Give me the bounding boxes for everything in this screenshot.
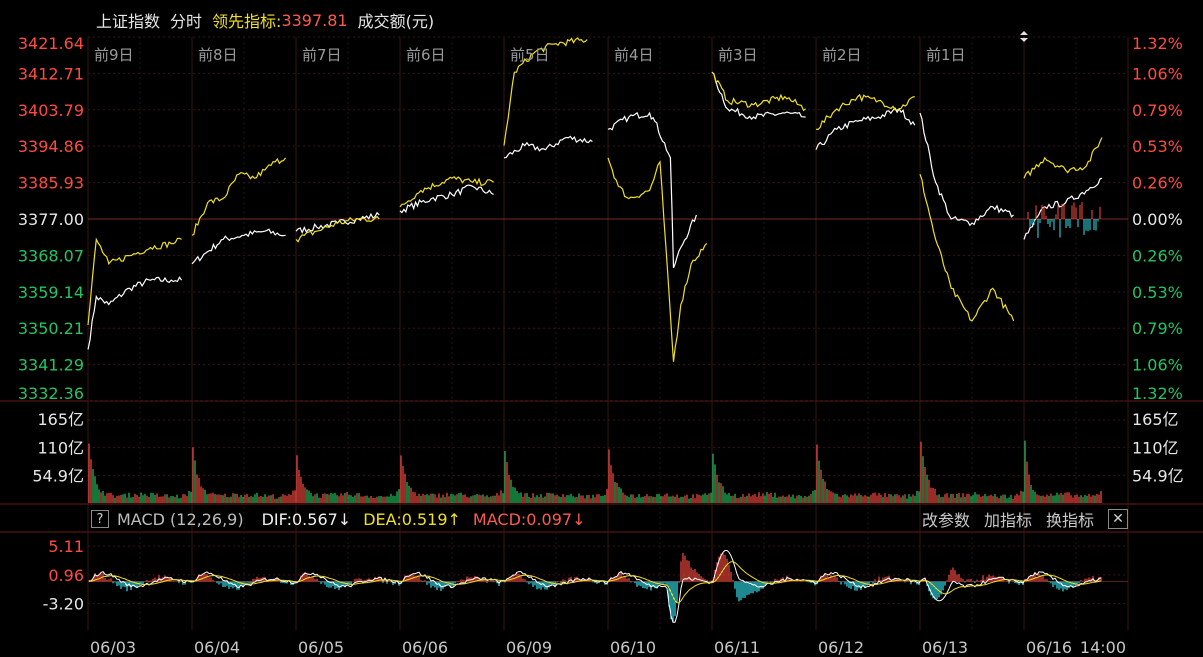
index-line-day <box>87 276 183 350</box>
date-label: 06/13 <box>922 638 968 657</box>
date-label: 06/10 <box>610 638 656 657</box>
date-label: 06/06 <box>402 638 448 657</box>
macd-tick-label: 0.96 <box>48 566 84 585</box>
y-tick-label: 3368.07 <box>18 246 84 265</box>
index-line-day <box>503 135 593 159</box>
day-label: 前6日 <box>406 46 446 64</box>
volume-tick-label: 165亿 <box>1132 410 1179 429</box>
add-indicator-button[interactable]: 加指标 <box>984 507 1032 531</box>
volume-tick-label: 165亿 <box>37 410 84 429</box>
change-params-button[interactable]: 改参数 <box>922 507 970 531</box>
y-tick-label: 3394.86 <box>18 137 84 156</box>
pct-tick-label: 0.26% <box>1132 246 1183 265</box>
volume-bars <box>88 440 1102 503</box>
date-label: 06/11 <box>714 638 760 657</box>
index-line-day <box>815 107 916 150</box>
axis-labels: 3421.64 1.32% 3412.71 1.06% 3403.79 0.79% 3394… <box>18 34 1184 657</box>
index-line-day <box>607 111 697 269</box>
macd-value: MACD:0.097↓ <box>472 509 586 529</box>
lead-line-day <box>191 157 287 236</box>
index-name[interactable]: 上证指数 <box>96 8 160 32</box>
help-icon[interactable]: ? <box>91 510 109 528</box>
day-label: 前5日 <box>510 46 550 64</box>
macd-histogram <box>88 550 1102 623</box>
y-tick-label: 3385.93 <box>18 174 84 193</box>
volume-tick-label: 110亿 <box>1132 439 1179 458</box>
pct-tick-label: 0.26% <box>1132 174 1183 193</box>
day-label: 前2日 <box>822 46 862 64</box>
date-label: 06/05 <box>298 638 344 657</box>
date-label: 06/03 <box>90 638 136 657</box>
pct-tick-label: 0.79% <box>1132 319 1183 338</box>
lead-line-day <box>1023 137 1103 179</box>
y-tick-label: 3332.36 <box>18 384 84 403</box>
lead-line-day <box>711 71 806 112</box>
index-line-day <box>919 112 1014 227</box>
lead-line-day <box>919 174 1015 322</box>
date-label: 06/16 <box>1026 638 1072 657</box>
pct-tick-label: 1.32% <box>1132 384 1183 403</box>
lead-line-day <box>399 176 494 208</box>
macd-name[interactable]: MACD (12,26,9) <box>117 510 244 529</box>
index-line-day <box>191 228 286 265</box>
macd-dif-line <box>88 550 1102 623</box>
switch-indicator-button[interactable]: 换指标 <box>1046 507 1094 531</box>
pct-tick-label: 0.79% <box>1132 101 1183 120</box>
macd-tick-label: 5.11 <box>48 537 84 556</box>
chart-canvas: 3421.64 1.32% 3412.71 1.06% 3403.79 0.79% 3394… <box>0 31 1203 657</box>
y-tick-label: 3403.79 <box>18 101 84 120</box>
lead-line-day <box>607 157 708 362</box>
pct-tick-label: 1.06% <box>1132 356 1183 375</box>
pct-tick-label: 0.53% <box>1132 283 1183 302</box>
end-time-label: 14:00 <box>1080 638 1126 657</box>
price-lines <box>87 37 1103 362</box>
chart-grid <box>0 36 1203 630</box>
y-tick-label: 3341.29 <box>18 356 84 375</box>
close-icon[interactable]: ✕ <box>1108 509 1128 529</box>
y-tick-label: 3350.21 <box>18 319 84 338</box>
volume-tick-label: 110亿 <box>37 439 84 458</box>
y-tick-label: 3412.71 <box>18 64 84 83</box>
mode-label[interactable]: 分时 <box>170 8 202 32</box>
y-tick-label: 3377.00 <box>18 210 84 229</box>
pct-tick-label: 1.06% <box>1132 64 1183 83</box>
y-tick-label: 3421.64 <box>18 34 84 53</box>
day-label: 前9日 <box>94 46 134 64</box>
volume-tick-label: 54.9亿 <box>1132 466 1184 485</box>
date-label: 06/09 <box>506 638 552 657</box>
day-label: 前1日 <box>926 46 966 64</box>
day-label: 前4日 <box>614 46 654 64</box>
day-label: 前8日 <box>198 46 238 64</box>
lead-indicator-label: 领先指标: <box>212 12 282 31</box>
macd-tick-label: -3.20 <box>43 595 84 614</box>
macd-dea: DEA:0.519↑ <box>363 509 461 529</box>
day-label: 前7日 <box>302 46 342 64</box>
day-label: 前3日 <box>718 46 758 64</box>
volume-label: 成交额(元) <box>357 12 435 31</box>
macd-toolbar: ? MACD (12,26,9) DIF:0.567↓ DEA:0.519↑ M… <box>88 506 1128 532</box>
pct-tick-label: 0.00% <box>1132 210 1183 229</box>
volume-tick-label: 54.9亿 <box>32 466 84 485</box>
y-tick-label: 3359.14 <box>18 283 84 302</box>
macd-dif: DIF:0.567↓ <box>261 509 352 529</box>
lead-line-day <box>815 93 915 131</box>
date-label: 06/04 <box>194 638 240 657</box>
index-line-day <box>711 71 806 121</box>
pct-tick-label: 1.32% <box>1132 34 1183 53</box>
lead-indicator-value: 3397.81 <box>281 10 348 30</box>
pct-tick-label: 0.53% <box>1132 137 1183 156</box>
chart-header: 上证指数 分时 领先指标: 3397.81 成交额(元) <box>96 8 434 32</box>
date-label: 06/12 <box>818 638 864 657</box>
